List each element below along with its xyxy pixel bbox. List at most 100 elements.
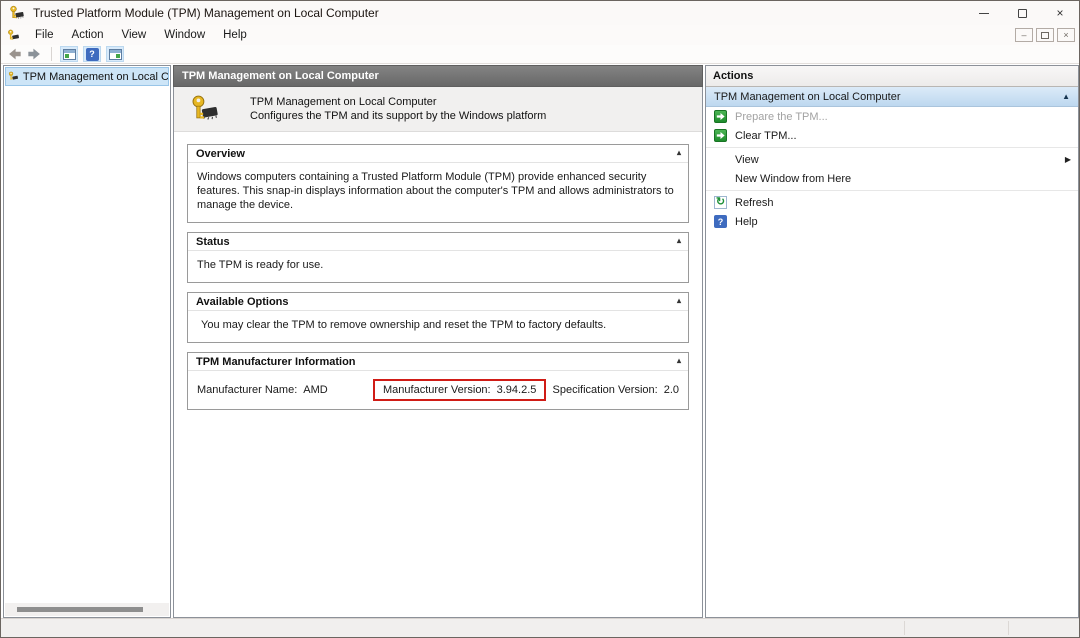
menu-file[interactable]: File bbox=[26, 27, 63, 43]
action-label: Help bbox=[735, 216, 758, 228]
action-refresh[interactable]: ↻ Refresh bbox=[706, 193, 1078, 212]
manufacturer-info-row: Manufacturer Name: AMD Manufacturer Versi… bbox=[188, 371, 688, 409]
action-arrow-icon bbox=[714, 110, 727, 123]
specification-version-value: 2.0 bbox=[664, 384, 679, 396]
section-manufacturer-info: TPM Manufacturer Information ▴ Manufactu… bbox=[187, 352, 689, 410]
specification-version-label: Specification Version: bbox=[553, 384, 658, 396]
actions-header: Actions bbox=[706, 66, 1078, 87]
menu-help[interactable]: Help bbox=[214, 27, 256, 43]
section-status-title: Status bbox=[196, 236, 230, 248]
group-collapse-icon: ▲ bbox=[1062, 92, 1070, 101]
toggle-console-tree-button[interactable] bbox=[60, 46, 78, 62]
back-icon bbox=[6, 47, 22, 61]
child-restore-button[interactable] bbox=[1036, 28, 1054, 42]
child-restore-icon bbox=[1041, 32, 1049, 39]
action-view[interactable]: View ▶ bbox=[706, 150, 1078, 169]
child-minimize-button[interactable]: – bbox=[1015, 28, 1033, 42]
manufacturer-name-label: Manufacturer Name: bbox=[197, 384, 297, 396]
action-help[interactable]: ? Help bbox=[706, 212, 1078, 231]
close-icon: × bbox=[1056, 7, 1063, 19]
menu-action[interactable]: Action bbox=[63, 27, 113, 43]
tpm-banner-icon bbox=[190, 94, 220, 124]
tree-scrollbar-thumb[interactable] bbox=[17, 607, 143, 612]
help-toolbar-button[interactable]: ? bbox=[83, 46, 101, 62]
submenu-arrow-icon: ▶ bbox=[1065, 155, 1071, 164]
section-manufacturer-info-header[interactable]: TPM Manufacturer Information ▴ bbox=[188, 353, 688, 371]
help-icon: ? bbox=[86, 48, 99, 61]
actions-group-title: TPM Management on Local Computer bbox=[714, 91, 1062, 103]
back-button[interactable] bbox=[6, 47, 22, 61]
section-status: Status ▴ The TPM is ready for use. bbox=[187, 232, 689, 283]
collapse-icon: ▴ bbox=[677, 148, 681, 157]
window-title: Trusted Platform Module (TPM) Management… bbox=[33, 6, 379, 20]
mmc-window: Trusted Platform Module (TPM) Management… bbox=[0, 0, 1080, 638]
annotation-highlight-box: Manufacturer Version:3.94.2.5 bbox=[373, 379, 546, 401]
manufacturer-version-label: Manufacturer Version: bbox=[383, 384, 491, 396]
collapse-icon: ▴ bbox=[677, 356, 681, 365]
sections: Overview ▴ Windows computers containing … bbox=[174, 132, 702, 410]
menu-view[interactable]: View bbox=[113, 27, 156, 43]
child-close-button[interactable]: × bbox=[1057, 28, 1075, 42]
child-window-controls: – × bbox=[1015, 28, 1075, 42]
action-label: Refresh bbox=[735, 197, 774, 209]
action-pane-icon bbox=[109, 49, 122, 60]
forward-icon bbox=[27, 47, 43, 61]
status-separator bbox=[904, 621, 905, 635]
action-new-window[interactable]: New Window from Here bbox=[706, 169, 1078, 188]
forward-button[interactable] bbox=[27, 47, 43, 61]
section-status-body: The TPM is ready for use. bbox=[188, 251, 688, 282]
content-banner: TPM Management on Local Computer Configu… bbox=[174, 87, 702, 132]
action-label: New Window from Here bbox=[735, 173, 851, 185]
tree-horizontal-scrollbar[interactable] bbox=[5, 603, 169, 616]
manufacturer-name: Manufacturer Name: AMD bbox=[197, 384, 373, 396]
console-tree-icon bbox=[63, 49, 76, 60]
action-label: Clear TPM... bbox=[735, 130, 797, 142]
collapse-icon: ▴ bbox=[677, 236, 681, 245]
actions-panel: Actions TPM Management on Local Computer… bbox=[705, 65, 1079, 618]
banner-text: TPM Management on Local Computer Configu… bbox=[250, 95, 546, 123]
child-close-icon: × bbox=[1063, 30, 1068, 40]
actions-group-header[interactable]: TPM Management on Local Computer ▲ bbox=[706, 87, 1078, 107]
maximize-button[interactable] bbox=[1003, 1, 1041, 25]
maximize-icon bbox=[1018, 9, 1027, 18]
section-available-options-header[interactable]: Available Options ▴ bbox=[188, 293, 688, 311]
help-icon: ? bbox=[714, 215, 727, 228]
status-separator bbox=[1008, 621, 1009, 635]
tree-item-tpm-management[interactable]: TPM Management on Local Compu bbox=[5, 67, 169, 86]
content-panel: TPM Management on Local Computer TPM M bbox=[173, 65, 703, 618]
action-label: Prepare the TPM... bbox=[735, 111, 828, 123]
manufacturer-name-value: AMD bbox=[303, 384, 327, 396]
section-overview-header[interactable]: Overview ▴ bbox=[188, 145, 688, 163]
tpm-node-icon bbox=[8, 70, 19, 83]
action-arrow-icon bbox=[714, 129, 727, 142]
section-overview-title: Overview bbox=[196, 148, 245, 160]
section-overview-body: Windows computers containing a Trusted P… bbox=[188, 163, 688, 222]
minimize-button[interactable] bbox=[965, 1, 1003, 25]
tpm-app-icon bbox=[9, 5, 25, 21]
action-label: View bbox=[735, 154, 759, 166]
tree-item-label: TPM Management on Local Compu bbox=[23, 71, 168, 83]
content-body: TPM Management on Local Computer Configu… bbox=[173, 87, 703, 618]
content-header: TPM Management on Local Computer bbox=[173, 65, 703, 87]
close-button[interactable]: × bbox=[1041, 1, 1079, 25]
menu-bar: File Action View Window Help – × bbox=[1, 25, 1079, 45]
console-key-icon bbox=[7, 29, 20, 42]
section-available-options-title: Available Options bbox=[196, 296, 289, 308]
action-clear-tpm[interactable]: Clear TPM... bbox=[706, 126, 1078, 145]
section-status-header[interactable]: Status ▴ bbox=[188, 233, 688, 251]
title-bar: Trusted Platform Module (TPM) Management… bbox=[1, 1, 1079, 25]
actions-separator bbox=[706, 190, 1078, 191]
specification-version: Specification Version: 2.0 bbox=[553, 384, 679, 396]
section-available-options-body: You may clear the TPM to remove ownershi… bbox=[188, 311, 688, 342]
action-prepare-tpm[interactable]: Prepare the TPM... bbox=[706, 107, 1078, 126]
toolbar-separator bbox=[51, 47, 52, 61]
banner-subtitle: Configures the TPM and its support by th… bbox=[250, 109, 546, 123]
child-minimize-icon: – bbox=[1021, 30, 1026, 40]
menu-window[interactable]: Window bbox=[155, 27, 214, 43]
minimize-icon bbox=[979, 13, 989, 14]
toolbar: ? bbox=[1, 45, 1079, 64]
banner-title: TPM Management on Local Computer bbox=[250, 95, 546, 109]
toggle-action-pane-button[interactable] bbox=[106, 46, 124, 62]
window-controls: × bbox=[965, 1, 1079, 25]
refresh-icon: ↻ bbox=[714, 196, 727, 209]
